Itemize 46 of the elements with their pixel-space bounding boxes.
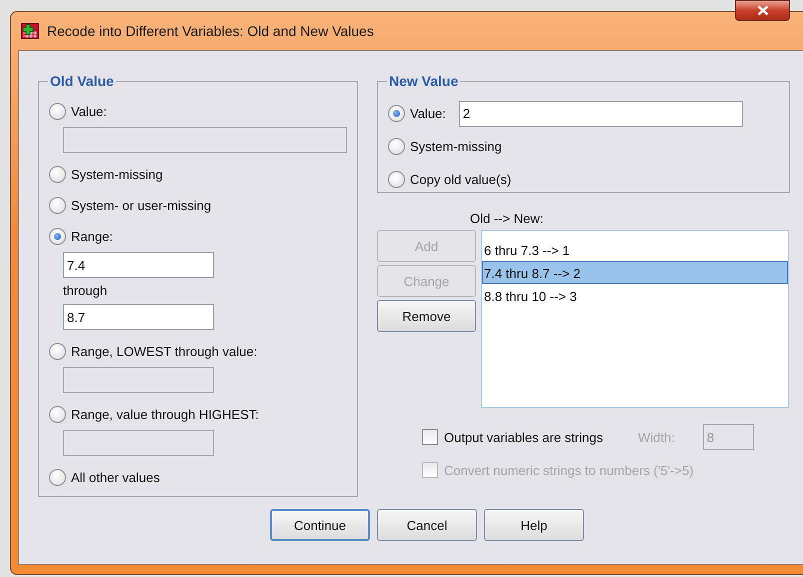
radio-button[interactable] — [388, 105, 405, 122]
input-field[interactable]: 8.7 — [63, 304, 214, 330]
field-value: 8.7 — [67, 310, 86, 324]
group-title: Old Value — [49, 73, 115, 89]
radio-button[interactable] — [388, 138, 405, 155]
list-label: Old --> New: — [470, 211, 544, 226]
dialog-button[interactable]: Cancel — [377, 509, 477, 541]
radio-label: Copy old value(s) — [410, 172, 512, 187]
group-title: New Value — [388, 73, 460, 89]
radio-button[interactable] — [49, 468, 66, 486]
field-value: 2 — [462, 106, 470, 121]
list-item[interactable]: 6 thru 7.3 --> 1 — [482, 238, 788, 261]
field-label: through — [63, 283, 108, 298]
radio-button[interactable] — [388, 171, 405, 188]
action-button[interactable]: Remove — [377, 300, 476, 332]
radio-label: Value: — [71, 104, 107, 118]
close-icon — [756, 5, 768, 16]
checkbox[interactable] — [422, 429, 438, 445]
window-title: Recode into Different Variables: Old and New Values — [47, 23, 374, 39]
field-value: 7.4 — [67, 258, 86, 272]
list-item[interactable]: 7.4 thru 8.7 --> 2 — [482, 261, 788, 284]
radio-button[interactable] — [49, 342, 66, 360]
radio-label: Range, value through HIGHEST: — [71, 406, 259, 422]
input-field[interactable]: 7.4 — [63, 252, 214, 278]
checkbox-label: Convert numeric strings to numbers ('5'->5) — [444, 462, 694, 478]
radio-button[interactable] — [49, 102, 66, 120]
list-item[interactable]: 8.8 thru 10 --> 3 — [482, 284, 788, 307]
radio-label: Range: — [71, 228, 113, 244]
radio-label: System-missing — [71, 166, 163, 182]
input-field[interactable]: 2 — [458, 100, 743, 126]
radio-label: System- or user-missing — [71, 198, 212, 212]
field-value: 8 — [706, 430, 714, 444]
radio-label: Range, LOWEST through value: — [71, 344, 258, 358]
dialog-button[interactable]: Continue — [270, 509, 370, 541]
grid-plus-icon — [21, 23, 39, 39]
radio-label: Value: — [410, 106, 446, 121]
radio-label: System-missing — [410, 139, 502, 154]
radio-button[interactable] — [49, 166, 66, 182]
radio-label: All other values — [71, 470, 160, 484]
radio-button[interactable] — [49, 196, 66, 214]
checkbox-label: Output variables are strings — [444, 430, 603, 444]
close-button[interactable] — [735, 0, 790, 21]
dialog-button[interactable]: Help — [484, 509, 584, 541]
radio-button[interactable] — [49, 406, 66, 422]
field-label: Width: — [638, 430, 675, 444]
radio-button[interactable] — [49, 228, 66, 244]
